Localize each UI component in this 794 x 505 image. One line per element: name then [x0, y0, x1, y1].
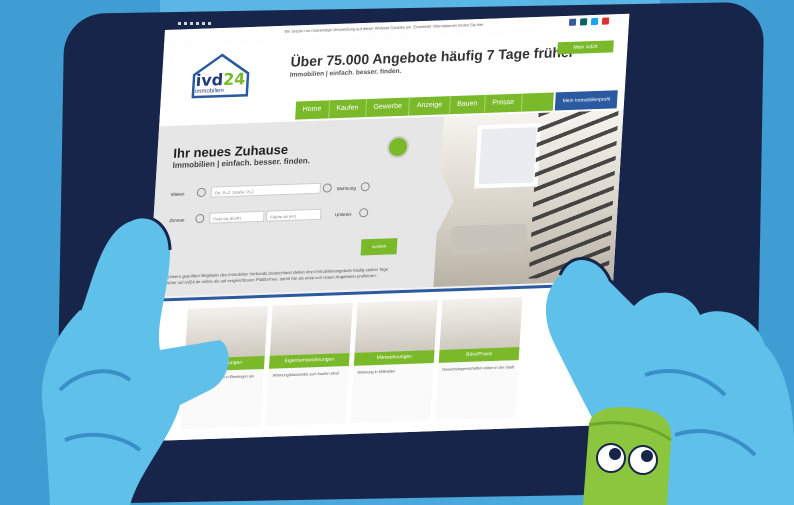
header-headline: Über 75.000 Angebote häufig 7 Tage frühe…: [290, 43, 581, 70]
xing-icon[interactable]: [579, 18, 588, 26]
nav-item-kaufen[interactable]: Kaufen: [328, 99, 367, 119]
nav-item-anzeige[interactable]: Anzeige: [409, 96, 451, 116]
nav-item-home[interactable]: Home: [295, 100, 330, 120]
listing-card[interactable]: Eigentumswohnungen Wohnung/Maisonette zu…: [265, 302, 353, 426]
listing-desc: Gewerbeliegenschaften mitten in der Stad…: [442, 365, 515, 372]
profile-button[interactable]: Mein Immobilienprofil: [554, 90, 618, 111]
hero-sofa: [450, 223, 527, 255]
listing-photo: [439, 296, 523, 350]
account-button[interactable]: Mein ivd24: [557, 40, 614, 55]
locate-icon[interactable]: [322, 183, 333, 193]
tablet-speaker: [178, 22, 214, 25]
quality-badge-icon: [386, 135, 410, 159]
mascot-character: [583, 407, 672, 505]
listing-label: Mietwohnungen: [353, 349, 435, 366]
youtube-icon[interactable]: [601, 17, 610, 25]
listing-label: Büro/Praxis: [438, 347, 520, 363]
listing-desc: Wohnung/Maisonette zum Kaufen ideal: [272, 371, 339, 378]
twitter-icon[interactable]: [590, 17, 599, 26]
logo-main: ivd: [195, 70, 224, 91]
listing-card[interactable]: Mietwohnungen Wohnung in Mittelalter: [350, 299, 438, 424]
radius-dropdown-icon[interactable]: [358, 208, 369, 218]
listing-desc: Wohnung in Mittelalter: [357, 369, 396, 375]
nav-item-gewerbe[interactable]: Gewerbe: [365, 97, 411, 118]
area-input[interactable]: Fläche ab (m²): [265, 208, 322, 222]
logo-number: 24: [222, 69, 246, 90]
listing-card[interactable]: Büro/Praxis Gewerbeliegenschaften mitten…: [435, 296, 523, 421]
search-button[interactable]: suchen: [360, 238, 398, 256]
listing-photo: [354, 299, 438, 353]
label-wohnung: Wohnung: [336, 185, 357, 192]
left-hand-illustration: [42, 215, 229, 505]
facebook-icon[interactable]: [568, 18, 577, 26]
header-subline: Immobilien | einfach. besser. finden.: [289, 67, 402, 79]
ivd24-logo[interactable]: ivd24 immobilien: [189, 51, 254, 99]
nav-item-presse[interactable]: Presse: [484, 93, 523, 113]
logo-subtitle: immobilien: [194, 88, 224, 96]
listing-label: Eigentumswohnungen: [268, 352, 350, 369]
listing-photo: [269, 302, 353, 356]
hero-window: [474, 122, 542, 189]
nav-item-bauen[interactable]: Bauen: [449, 94, 486, 115]
label-umkreis: Umkreis: [334, 211, 352, 218]
property-type-dropdown-icon[interactable]: [360, 182, 371, 192]
